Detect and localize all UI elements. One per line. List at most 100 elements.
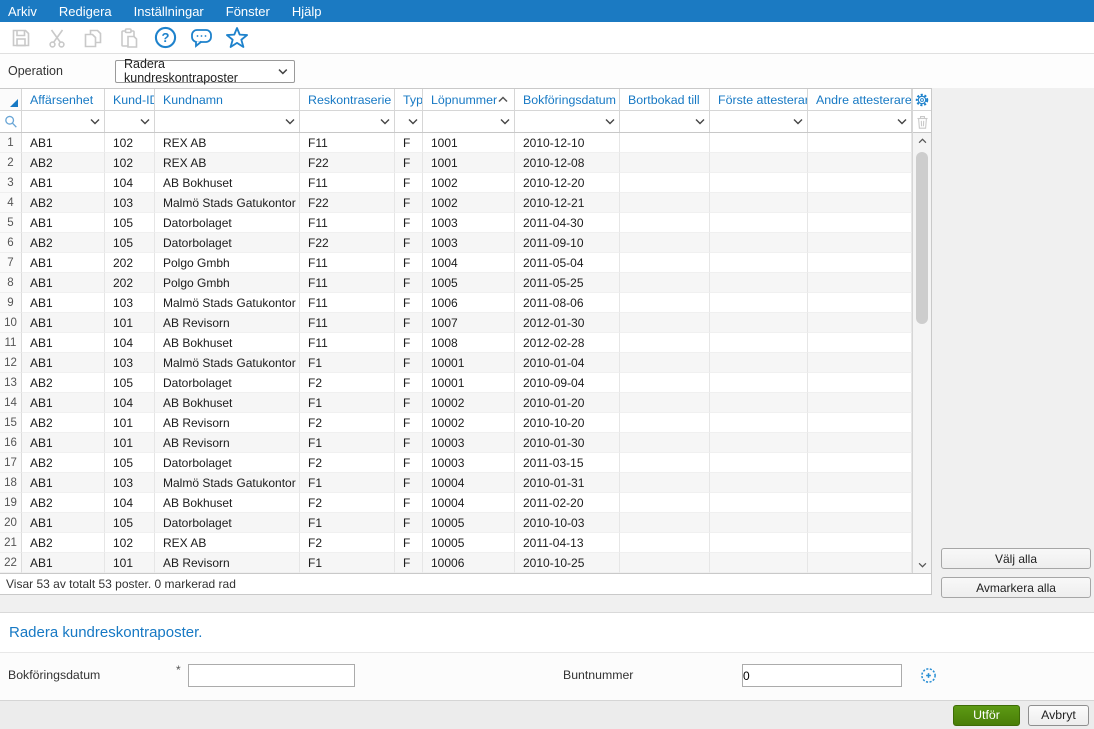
table-row[interactable]: 14AB1104AB BokhusetF1F100022010-01-20 [0,393,912,413]
table-row[interactable]: 17AB2105DatorbolagetF2F100032011-03-15 [0,453,912,473]
scrollbar-thumb[interactable] [916,152,928,324]
cell [620,513,710,533]
scrollbar-track[interactable] [913,149,931,557]
column-header-5[interactable]: Typ [395,89,423,110]
column-header-label: Bortbokad till [628,93,700,107]
cell: AB2 [22,453,105,473]
table-row[interactable]: 19AB2104AB BokhusetF2F100042011-02-20 [0,493,912,513]
cell: F2 [300,413,395,433]
column-filter-3[interactable] [155,111,300,132]
table-row[interactable]: 7AB1202Polgo GmbhF11F10042011-05-04 [0,253,912,273]
table-row[interactable]: 4AB2103Malmö Stads GatukontorF22F1002201… [0,193,912,213]
table-row[interactable]: 8AB1202Polgo GmbhF11F10052011-05-25 [0,273,912,293]
grid-settings-cell[interactable] [913,89,931,111]
help-icon[interactable]: ? [150,24,180,52]
bokforingsdatum-input[interactable] [191,665,351,686]
column-filter-9[interactable] [710,111,808,132]
cancel-button[interactable]: Avbryt [1028,705,1089,726]
table-row[interactable]: 22AB1101AB RevisornF1F100062010-10-25 [0,553,912,573]
menu-arkiv[interactable]: Arkiv [8,4,37,19]
table-row[interactable]: 16AB1101AB RevisornF1F100032010-01-30 [0,433,912,453]
cell: 102 [105,533,155,553]
select-all-corner-cell[interactable] [0,89,22,110]
cell: AB1 [22,353,105,373]
table-row[interactable]: 11AB1104AB BokhusetF11F10082012-02-28 [0,333,912,353]
table-row[interactable]: 1AB1102REX ABF11F10012010-12-10 [0,133,912,153]
cell: AB2 [22,413,105,433]
table-row[interactable]: 9AB1103Malmö Stads GatukontorF11F1006201… [0,293,912,313]
select-all-button[interactable]: Välj alla [941,548,1091,569]
buntnummer-input[interactable] [738,665,898,686]
table-row[interactable]: 3AB1104AB BokhusetF11F10022010-12-20 [0,173,912,193]
column-header-label: Kund-ID [113,93,155,107]
scroll-up-button[interactable] [913,133,931,149]
row-number: 6 [0,233,22,253]
column-header-6[interactable]: Löpnummer [423,89,515,110]
menu-hjalp[interactable]: Hjälp [292,4,322,19]
column-header-2[interactable]: Kund-ID [105,89,155,110]
cell: F [395,153,423,173]
menu-installningar[interactable]: Inställningar [134,4,204,19]
table-row[interactable]: 15AB2101AB RevisornF2F100022010-10-20 [0,413,912,433]
cell [710,433,808,453]
column-header-7[interactable]: Bokföringsdatum [515,89,620,110]
buntnummer-label: Buntnummer [563,668,633,682]
table-row[interactable]: 2AB2102REX ABF22F10012010-12-08 [0,153,912,173]
favorite-star-icon[interactable] [222,24,252,52]
trash-icon [916,115,929,129]
column-filter-8[interactable] [620,111,710,132]
column-filter-10[interactable] [808,111,912,132]
column-header-1[interactable]: Affärsenhet [22,89,105,110]
column-filter-7[interactable] [515,111,620,132]
cell: F [395,253,423,273]
column-header-10[interactable]: Andre attesterare [808,89,912,110]
cell: Datorbolaget [155,373,300,393]
cell: AB Bokhuset [155,393,300,413]
plus-circle-icon[interactable] [920,667,937,684]
table-row[interactable]: 10AB1101AB RevisornF11F10072012-01-30 [0,313,912,333]
table-row[interactable]: 18AB1103Malmö Stads GatukontorF1F1000420… [0,473,912,493]
cell: REX AB [155,133,300,153]
table-row[interactable]: 13AB2105DatorbolagetF2F100012010-09-04 [0,373,912,393]
column-header-8[interactable]: Bortbokad till [620,89,710,110]
cell: AB1 [22,553,105,573]
column-header-3[interactable]: Kundnamn [155,89,300,110]
deselect-all-button[interactable]: Avmarkera alla [941,577,1091,598]
column-header-9[interactable]: Förste attesterare [710,89,808,110]
column-header-4[interactable]: Reskontraserie [300,89,395,110]
data-grid: Affärsenhet Kund-IDKundnamnReskontraserie… [0,88,932,595]
cell: F [395,233,423,253]
cell [620,273,710,293]
footer-bar: Utför Avbryt [0,700,1094,729]
feedback-icon[interactable] [186,24,216,52]
column-filter-1[interactable] [22,111,105,132]
search-cell[interactable] [0,111,22,132]
cell [620,433,710,453]
cell: AB1 [22,313,105,333]
chevron-down-icon [90,118,100,125]
cell: AB Revisorn [155,413,300,433]
cell: F22 [300,153,395,173]
menu-fonster[interactable]: Fönster [226,4,270,19]
table-row[interactable]: 20AB1105DatorbolagetF1F100052010-10-03 [0,513,912,533]
chevron-down-icon [918,562,927,568]
cell: F [395,273,423,293]
cell [710,353,808,373]
row-number: 4 [0,193,22,213]
column-filter-5[interactable] [395,111,423,132]
cell: 1005 [423,273,515,293]
execute-button[interactable]: Utför [953,705,1020,726]
table-row[interactable]: 5AB1105DatorbolagetF11F10032011-04-30 [0,213,912,233]
menu-redigera[interactable]: Redigera [59,4,112,19]
scroll-down-button[interactable] [913,557,931,573]
table-row[interactable]: 12AB1103Malmö Stads GatukontorF1F1000120… [0,353,912,373]
cell [808,153,912,173]
table-row[interactable]: 6AB2105DatorbolagetF22F10032011-09-10 [0,233,912,253]
column-filter-2[interactable] [105,111,155,132]
row-number: 9 [0,293,22,313]
menu-bar: Arkiv Redigera Inställningar Fönster Hjä… [0,0,1094,22]
table-row[interactable]: 21AB2102REX ABF2F100052011-04-13 [0,533,912,553]
operation-select[interactable]: Radera kundreskontraposter [115,60,295,83]
column-filter-6[interactable] [423,111,515,132]
column-filter-4[interactable] [300,111,395,132]
